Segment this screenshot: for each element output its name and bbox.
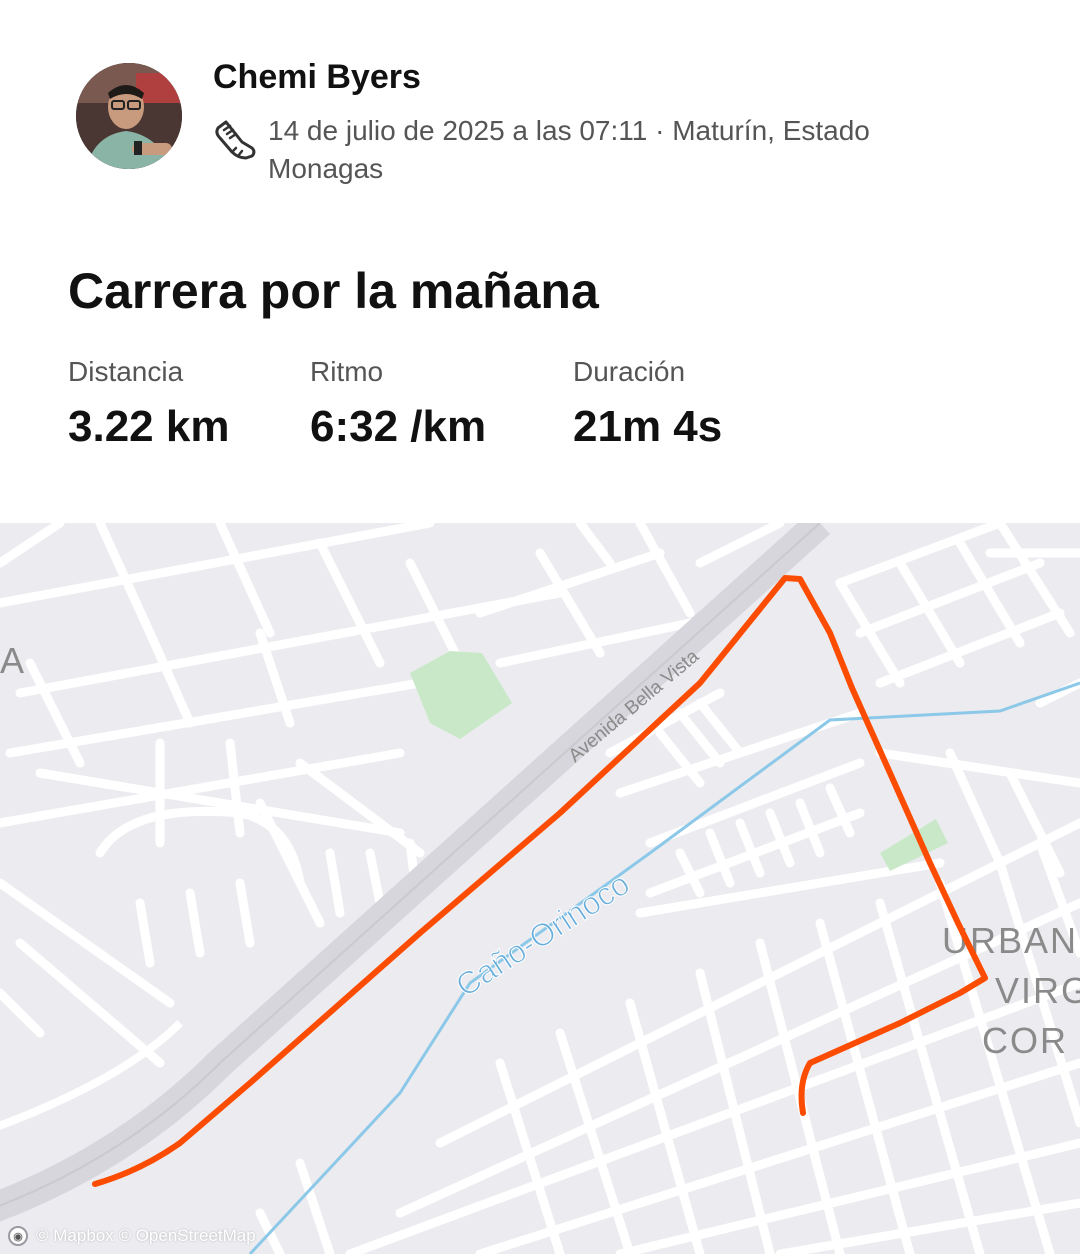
stat-label: Distancia (68, 356, 184, 387)
route-map[interactable]: Avenida Bella Vista Caño-Orinoco A URBAN… (0, 523, 1080, 1254)
stat-label: Duración (573, 356, 686, 387)
area-label-right: VIRG (995, 970, 1080, 1011)
mapbox-logo-icon: ◉ (8, 1226, 28, 1246)
stat-value: 3.22 km (68, 402, 230, 451)
map-attribution[interactable]: ◉ © Mapbox © OpenStreetMap (8, 1226, 256, 1246)
stat-value: 21m 4s (573, 402, 723, 451)
stat-distance: Distancia 3.22 km (68, 356, 229, 452)
activity-date-location: 14 de julio de 2025 a las 07:11 · Maturí… (268, 115, 870, 184)
area-label-left: A (0, 640, 24, 681)
running-shoe-icon (212, 118, 258, 164)
stat-pace: Ritmo 6:32 /km (310, 356, 486, 452)
activity-header: Chemi Byers 14 de julio de 2025 a las 07… (0, 0, 1080, 520)
attribution-text: © Mapbox © OpenStreetMap (36, 1226, 256, 1245)
stat-duration: Duración 21m 4s (573, 356, 722, 452)
area-label-right: COR (982, 1020, 1068, 1061)
activity-title: Carrera por la mañana (68, 263, 599, 319)
stat-value: 6:32 /km (310, 402, 487, 451)
athlete-name[interactable]: Chemi Byers (213, 58, 421, 97)
stat-label: Ritmo (310, 356, 384, 387)
athlete-avatar[interactable] (76, 63, 182, 169)
map-canvas[interactable]: Avenida Bella Vista Caño-Orinoco A URBAN… (0, 523, 1080, 1254)
